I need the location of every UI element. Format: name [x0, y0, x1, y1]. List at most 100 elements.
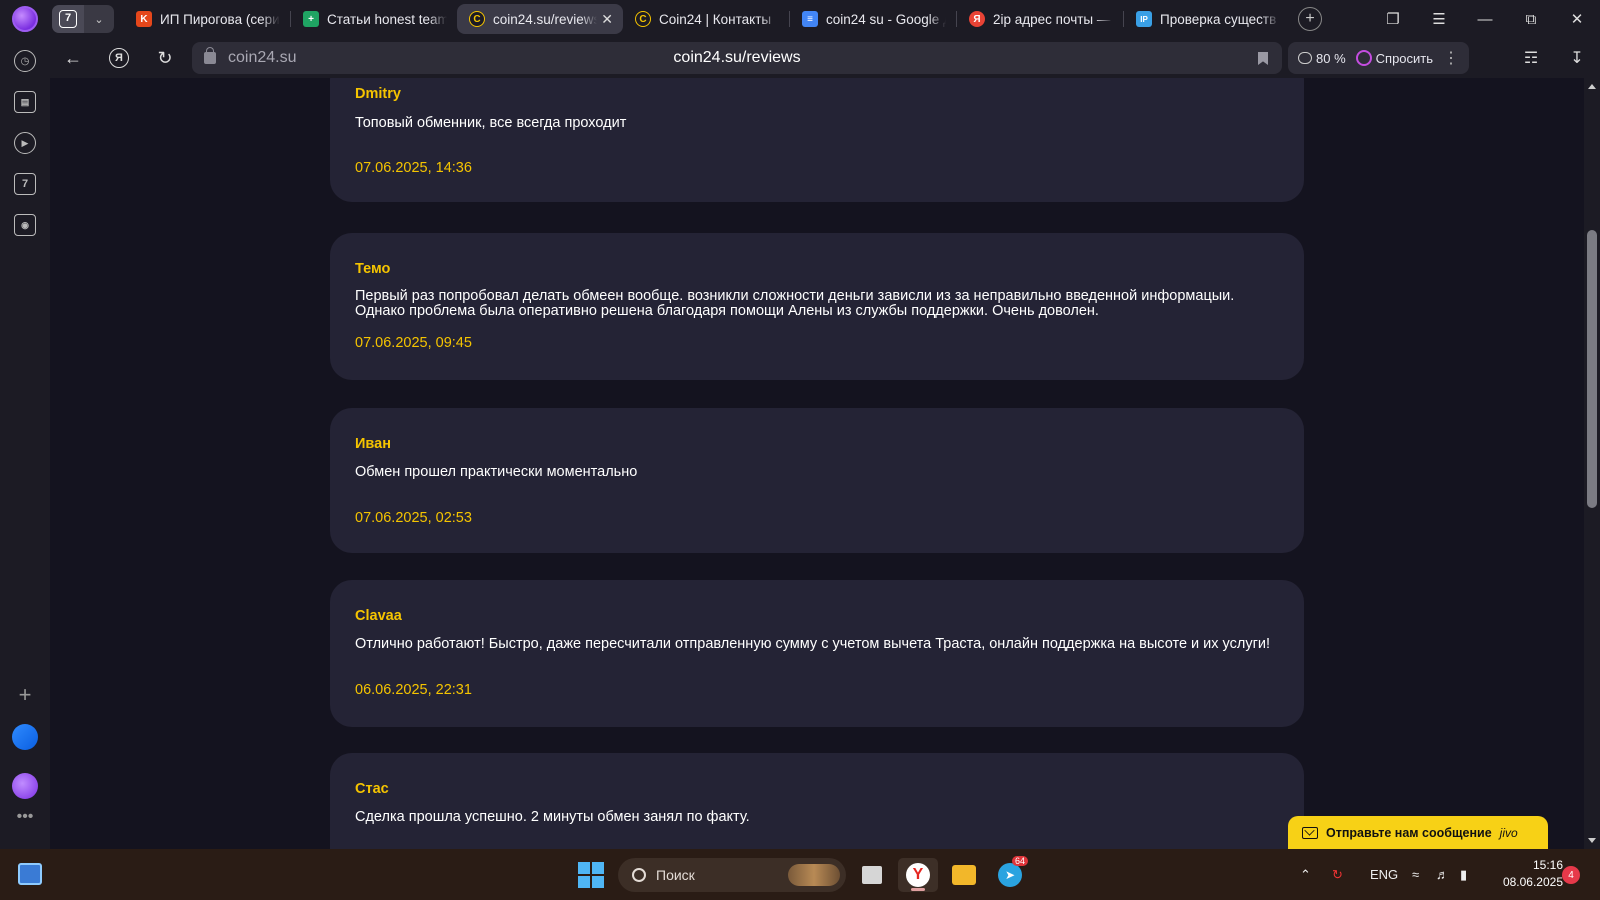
chat-widget-label: Отправьте нам сообщение	[1326, 826, 1492, 840]
tab-favicon: C	[469, 11, 485, 27]
review-text: Первый раз попробовал делать обмеен вооб…	[355, 288, 1235, 319]
file-explorer-taskbar[interactable]	[944, 858, 984, 892]
tray-overflow-icon[interactable]: ⌃	[1300, 849, 1311, 900]
battery-icon[interactable]: ▮	[1460, 849, 1467, 900]
panel-number: 7	[21, 178, 29, 190]
tab-favicon: C	[635, 11, 651, 27]
back-button[interactable]: ←	[50, 38, 96, 78]
add-panel-icon[interactable]: +	[14, 682, 36, 707]
widgets-icon[interactable]	[18, 863, 42, 885]
wifi-icon[interactable]: ≈	[1412, 849, 1419, 900]
more-icon[interactable]: •••	[14, 806, 36, 828]
review-author: Dmitry	[355, 86, 401, 102]
collections-icon[interactable]: ❐	[1370, 10, 1416, 28]
tab-label: Проверка существ	[1160, 11, 1277, 27]
review-card: Темо Первый раз попробовал делать обмеен…	[330, 233, 1304, 380]
review-date: 07.06.2025, 09:45	[355, 335, 472, 351]
review-author: Стас	[355, 781, 389, 797]
minimize-button[interactable]: —	[1462, 11, 1508, 28]
tab-label: Статьи honest team	[327, 11, 447, 27]
tab-favicon: IP	[1136, 11, 1152, 27]
review-date: 07.06.2025, 02:53	[355, 510, 472, 526]
tab-1[interactable]: K ИП Пирогова (сери	[124, 4, 290, 34]
review-card: Clavaa Отлично работают! Быстро, даже пе…	[330, 580, 1304, 727]
tab-4[interactable]: C Coin24 | Контакты	[623, 4, 789, 34]
language-indicator[interactable]: ENG	[1370, 849, 1398, 900]
scroll-down-arrow[interactable]	[1588, 838, 1596, 843]
task-view-button[interactable]	[852, 858, 892, 892]
restore-button[interactable]: ⧉	[1508, 11, 1554, 28]
chat-widget-button[interactable]: Отправьте нам сообщение jivo	[1288, 816, 1548, 850]
tab-5[interactable]: ≡ coin24 su - Google Д	[790, 4, 956, 34]
numbered-panel-icon[interactable]: 7	[14, 173, 36, 195]
reload-button[interactable]: ↻	[142, 38, 188, 78]
alice-assistant-icon[interactable]	[12, 773, 38, 799]
search-highlight-image	[788, 864, 840, 886]
notification-badge[interactable]: 4	[1562, 866, 1580, 884]
collections-sidebar-icon[interactable]: ▤	[14, 91, 36, 113]
tab-label: coin24.su/reviews	[493, 11, 598, 27]
yandex-browser-icon: Y	[906, 863, 930, 887]
download-icon[interactable]: ↧	[1554, 48, 1600, 68]
sync-icon[interactable]: ↻	[1332, 849, 1343, 900]
system-clock[interactable]: 15:16 08.06.2025	[1493, 857, 1563, 891]
start-button[interactable]	[578, 862, 604, 888]
tab-label: 2ip адрес почты —	[993, 11, 1111, 27]
clock-date: 08.06.2025	[1502, 875, 1563, 889]
bookmark-icon[interactable]	[1258, 52, 1268, 65]
zoom-button[interactable]: 80 %	[1298, 51, 1346, 66]
navigation-bar: ← Я ↻ coin24.su coin24.su/reviews 80 % С…	[50, 38, 1600, 78]
chat-widget-brand: jivo	[1499, 826, 1518, 840]
scrollbar-thumb[interactable]	[1587, 230, 1597, 508]
tab-3-active[interactable]: Ccoin24.su/reviews ✕	[457, 4, 623, 34]
address-bar[interactable]: coin24.su coin24.su/reviews	[192, 42, 1282, 74]
address-host: coin24.su	[228, 49, 297, 66]
review-author: Темо	[355, 261, 391, 277]
video-icon[interactable]: ▶	[14, 132, 36, 154]
tab-label: ИП Пирогова (сери	[160, 11, 280, 27]
translate-icon[interactable]: ☶	[1508, 48, 1554, 68]
ask-button[interactable]: Спросить	[1355, 50, 1434, 66]
tab-count-button[interactable]: 7	[52, 5, 84, 33]
tab-label: Coin24 | Контакты	[659, 11, 772, 27]
windows-taskbar: Поиск Y ➤ 64 ⌃ ↻ ENG ≈ ♬ ▮ 15:16 08.06.20…	[0, 849, 1600, 900]
page-tools: 80 % Спросить ⋮	[1288, 42, 1470, 74]
profile-button[interactable]	[0, 0, 50, 38]
review-text: Обмен прошел практически моментально	[355, 464, 638, 480]
tab-7[interactable]: IP Проверка существ	[1124, 4, 1290, 34]
volume-icon[interactable]: ♬	[1436, 849, 1449, 900]
taskbar-search[interactable]: Поиск	[618, 858, 846, 892]
review-card: Иван Обмен прошел практически моментальн…	[330, 408, 1304, 553]
close-window-button[interactable]: ✕	[1554, 10, 1600, 28]
lock-icon[interactable]	[204, 47, 216, 64]
profile-avatar	[12, 6, 38, 32]
menu-icon[interactable]: ☰	[1416, 10, 1462, 28]
yandex-browser-taskbar[interactable]: Y	[898, 858, 938, 892]
review-card: Dmitry Топовый обменник, все всегда прох…	[330, 78, 1304, 202]
tab-count: 7	[59, 10, 77, 28]
tab-6[interactable]: Я 2ip адрес почты —	[957, 4, 1123, 34]
review-author: Иван	[355, 436, 391, 452]
zoom-level: 80 %	[1316, 50, 1346, 66]
tab-label: coin24 su - Google Д	[826, 11, 946, 27]
chevron-down-icon[interactable]: ⌄	[84, 5, 114, 33]
telegram-taskbar[interactable]: ➤ 64	[990, 856, 1030, 892]
address-url[interactable]: coin24.su/reviews	[673, 49, 800, 67]
new-tab-button[interactable]: +	[1298, 7, 1322, 31]
folder-icon	[952, 865, 976, 885]
page-scrollbar[interactable]	[1584, 78, 1600, 849]
history-icon[interactable]: ◷	[14, 50, 36, 72]
review-author: Clavaa	[355, 608, 402, 624]
yandex-home-button[interactable]: Я	[96, 38, 142, 78]
ask-ai-icon	[1355, 50, 1372, 66]
close-tab-icon[interactable]: ✕	[601, 11, 613, 28]
ask-label: Спросить	[1375, 51, 1434, 66]
messenger-app-icon[interactable]	[12, 724, 38, 750]
more-vertical-icon[interactable]: ⋮	[1443, 48, 1459, 68]
scroll-up-arrow[interactable]	[1588, 84, 1596, 89]
active-indicator	[911, 888, 925, 891]
tab-strip: 7 ⌄ K ИП Пирогова (сери + Статьи honest te…	[0, 0, 1600, 38]
review-date: 06.06.2025, 22:31	[355, 682, 472, 698]
tab-2[interactable]: + Статьи honest team	[291, 4, 457, 34]
screenshot-icon[interactable]: ◉	[14, 214, 36, 236]
